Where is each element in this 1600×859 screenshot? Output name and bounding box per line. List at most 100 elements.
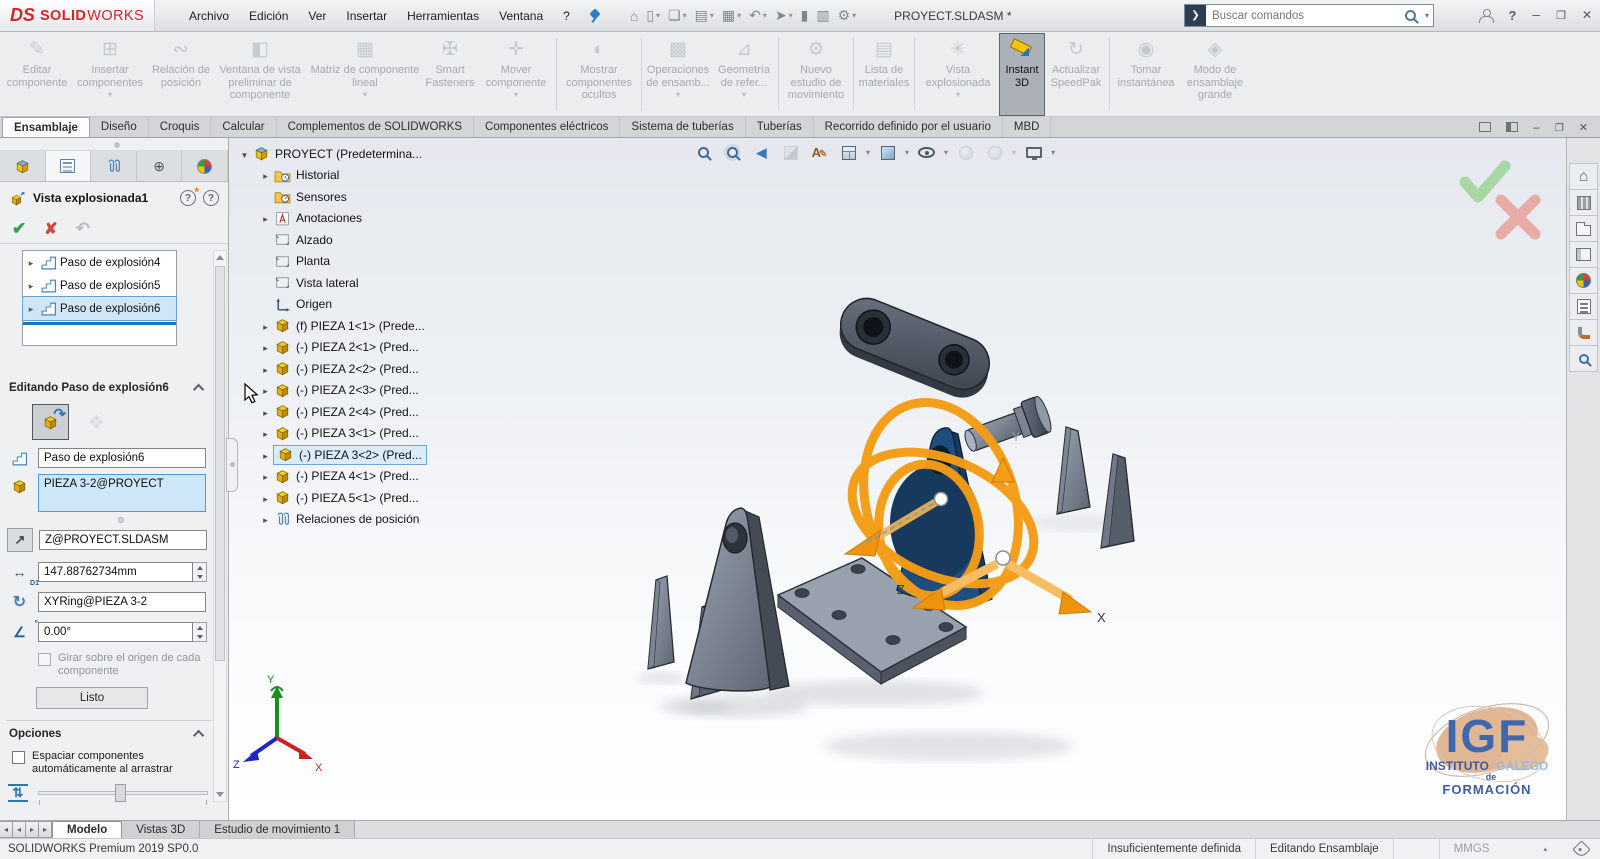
ribbon-actualizar-speedpak[interactable]: ↻Actualizar SpeedPak [1045, 33, 1107, 116]
distance-spinner[interactable] [193, 562, 207, 582]
chevron-down-icon[interactable] [789, 11, 793, 20]
print-button[interactable]: ▦ [718, 5, 745, 26]
login-user-icon[interactable] [1479, 9, 1492, 22]
tree-item-pieza4-1[interactable]: (-) PIEZA 4<1> (Pred... [237, 466, 507, 488]
expand-arrow-icon[interactable] [258, 448, 273, 462]
angle-spinner[interactable] [193, 622, 207, 642]
design-library-button[interactable] [1569, 189, 1598, 216]
part-link-plate[interactable] [830, 291, 999, 406]
expand-arrow-icon[interactable] [258, 512, 273, 526]
chevron-down-icon[interactable] [742, 90, 746, 99]
zoom-area-button[interactable] [720, 141, 745, 164]
tree-item-origen[interactable]: Origen [237, 294, 507, 316]
undo-button[interactable] [76, 219, 90, 239]
expand-arrow-icon[interactable] [258, 405, 273, 419]
pin-menu-icon[interactable] [588, 8, 604, 24]
configurationmanager-tab[interactable] [91, 151, 137, 181]
spacing-slider-thumb[interactable] [115, 784, 126, 802]
done-button[interactable]: Listo [36, 687, 148, 709]
tab-tuberias[interactable]: Tuberías [746, 117, 814, 137]
radial-explode-button[interactable] [78, 404, 115, 440]
scroll-down-icon[interactable] [214, 788, 226, 801]
open-button[interactable]: ❏ [664, 5, 691, 26]
display-style-button[interactable] [875, 141, 900, 164]
undo-button[interactable]: ↶ [745, 5, 771, 26]
spin-down-icon[interactable] [193, 572, 206, 581]
ribbon-nuevo-estudio-movimiento[interactable]: ⚙Nuevo estudio de movimiento [781, 33, 851, 116]
chevron-down-icon[interactable] [737, 11, 741, 20]
maximize-button[interactable] [1556, 6, 1566, 24]
save-button[interactable]: ▤ [691, 5, 718, 26]
tree-item-anotaciones[interactable]: Anotaciones [237, 208, 507, 230]
dimxpertmanager-tab[interactable] [137, 151, 183, 181]
chevron-down-icon[interactable] [683, 11, 687, 20]
chevron-down-icon[interactable] [514, 90, 518, 99]
tab-sistema-de-tuberias[interactable]: Sistema de tuberías [620, 117, 745, 137]
chevron-down-icon[interactable] [905, 148, 909, 157]
angle-field[interactable] [38, 622, 193, 642]
tab-mbd[interactable]: MBD [1003, 117, 1052, 137]
ribbon-relacion-de-posicion[interactable]: ∾Relación de posición [150, 33, 212, 116]
options-header[interactable]: Opciones [0, 728, 213, 740]
ribbon-operaciones-de-ensamblaje[interactable]: ▩Operaciones de ensamb... [644, 33, 712, 116]
expand-arrow-icon[interactable] [258, 469, 273, 483]
part-wedge-right-2[interactable] [1101, 454, 1134, 548]
ribbon-modo-ensamblaje-grande[interactable]: ◈Modo de ensamblaje grande [1180, 33, 1250, 116]
inspection-button[interactable] [1569, 345, 1598, 372]
part-bracket-gray[interactable] [686, 508, 789, 691]
search-input[interactable] [1206, 10, 1405, 22]
expand-arrow-icon[interactable] [25, 257, 37, 269]
tree-item-planta[interactable]: Planta [237, 251, 507, 273]
chevron-down-icon[interactable] [1012, 148, 1016, 157]
chevron-down-icon[interactable] [108, 90, 112, 99]
tab-calcular[interactable]: Calcular [211, 117, 276, 137]
tree-item-alzado[interactable]: Alzado [237, 229, 507, 251]
resources-home-button[interactable] [1569, 163, 1598, 190]
help-icon[interactable] [1508, 8, 1516, 23]
menu-help[interactable]: ? [553, 5, 580, 27]
tab-modelo[interactable]: Modelo [52, 821, 122, 838]
editing-step-header[interactable]: Editando Paso de explosión6 [0, 382, 213, 394]
autospace-checkbox[interactable] [12, 751, 25, 764]
expand-arrow-icon[interactable] [25, 303, 37, 315]
ribbon-matriz-componente-lineal[interactable]: ▦Matriz de componente lineal [308, 33, 422, 116]
propertymanager-tab[interactable] [46, 151, 92, 181]
whats-new-help-icon[interactable] [180, 190, 196, 206]
menu-edicion[interactable]: Edición [239, 5, 298, 27]
ribbon-instant-3d[interactable]: Instant 3D [999, 33, 1045, 116]
chevron-down-icon[interactable] [866, 148, 870, 157]
task-list-button[interactable]: ▥ [812, 5, 833, 26]
translate-mode-button[interactable] [32, 404, 69, 440]
tree-item-pieza3-1[interactable]: (-) PIEZA 3<1> (Pred... [237, 423, 507, 445]
tab-complementos[interactable]: Complementos de SOLIDWORKS [277, 117, 474, 137]
view-palette-button[interactable] [1569, 241, 1598, 268]
expand-arrow-icon[interactable] [258, 319, 273, 333]
custom-properties-button[interactable] [1569, 293, 1598, 320]
file-explorer-button[interactable] [1569, 215, 1598, 242]
tab-croquis[interactable]: Croquis [149, 117, 212, 137]
featuremanager-tab[interactable] [0, 151, 46, 181]
spin-down-icon[interactable] [193, 632, 206, 641]
doc-restore-button[interactable] [1555, 118, 1564, 136]
chevron-down-icon[interactable] [944, 148, 948, 157]
menu-herramientas[interactable]: Herramientas [397, 5, 489, 27]
zoom-fit-button[interactable] [691, 141, 716, 164]
expand-arrow-icon[interactable] [258, 383, 273, 397]
chevron-down-icon[interactable] [1051, 148, 1055, 157]
tree-item-relaciones[interactable]: Relaciones de posición [237, 509, 507, 531]
tree-item-pieza3-2-selected[interactable]: (-) PIEZA 3<2> (Pred... [237, 444, 507, 466]
new-document-button[interactable]: ▯ [642, 5, 664, 26]
ribbon-vista-explosionada[interactable]: ✳Vista explosionada [917, 33, 999, 116]
rotate-origin-checkbox[interactable] [38, 653, 51, 666]
routing-library-button[interactable] [1569, 319, 1598, 346]
box-resize-dot[interactable] [118, 517, 124, 523]
spacing-slider-track[interactable] [38, 791, 208, 795]
triad-x-arrow[interactable] [1008, 564, 1071, 600]
chevron-down-icon[interactable] [656, 11, 660, 20]
chevron-down-icon[interactable] [363, 90, 367, 99]
selected-tree-item-highlight[interactable]: (-) PIEZA 3<2> (Pred... [273, 445, 427, 465]
tag-icon[interactable] [1572, 840, 1590, 858]
expand-arrow-icon[interactable] [258, 168, 273, 182]
chevron-down-icon[interactable] [710, 11, 714, 20]
rotation-axis-field[interactable] [38, 592, 206, 612]
